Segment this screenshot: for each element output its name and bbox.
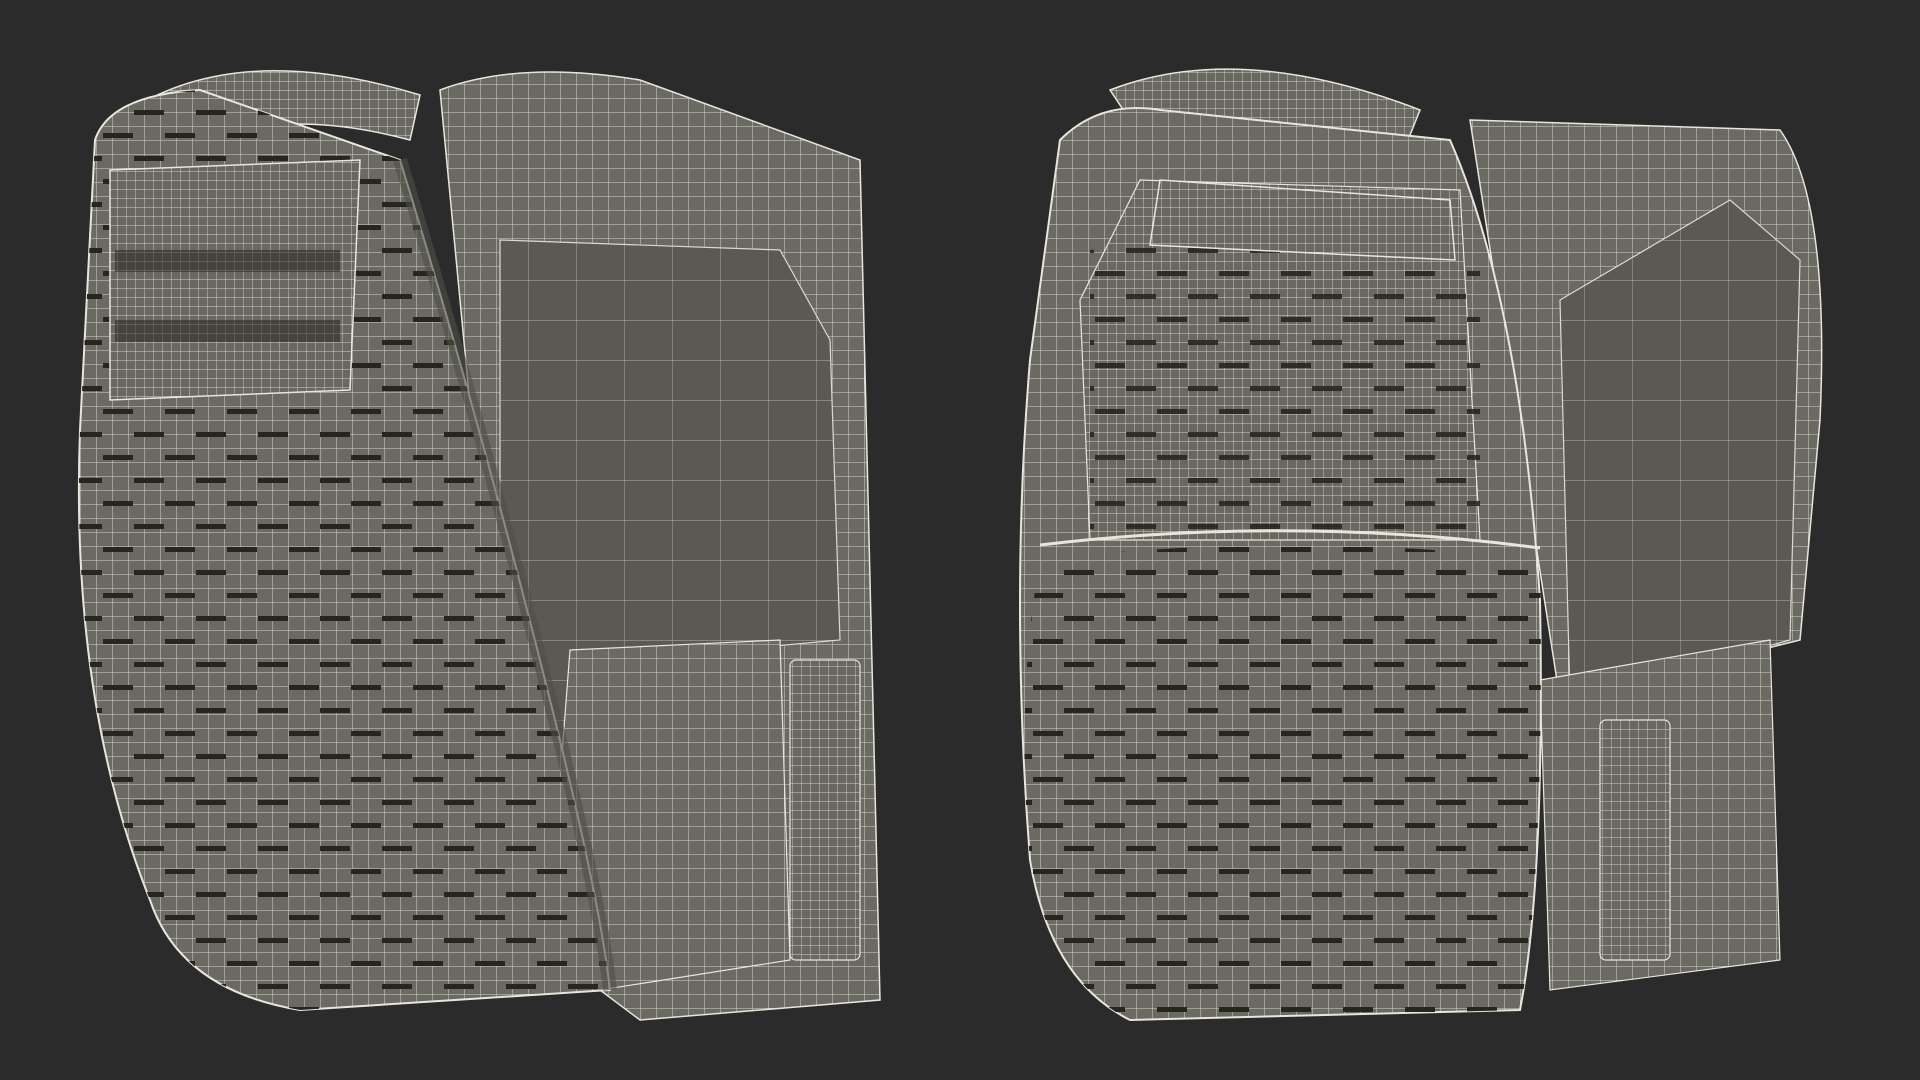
vest-left-admin-pouch [109,159,361,401]
vest-left-pouch-slot [115,320,340,342]
vest-right-upper-molle-slots [1090,242,1480,540]
render-viewport [0,0,1920,1080]
vest-left-pouch-slot [115,250,340,272]
vest-left-side-buckle [789,659,861,961]
vest-left [77,70,881,1021]
vest-right-molle-slots [1024,545,1541,1020]
vest-right [1019,68,1823,1022]
wireframe-scene [77,68,1823,1022]
vest-right-side-buckle [1599,719,1671,961]
